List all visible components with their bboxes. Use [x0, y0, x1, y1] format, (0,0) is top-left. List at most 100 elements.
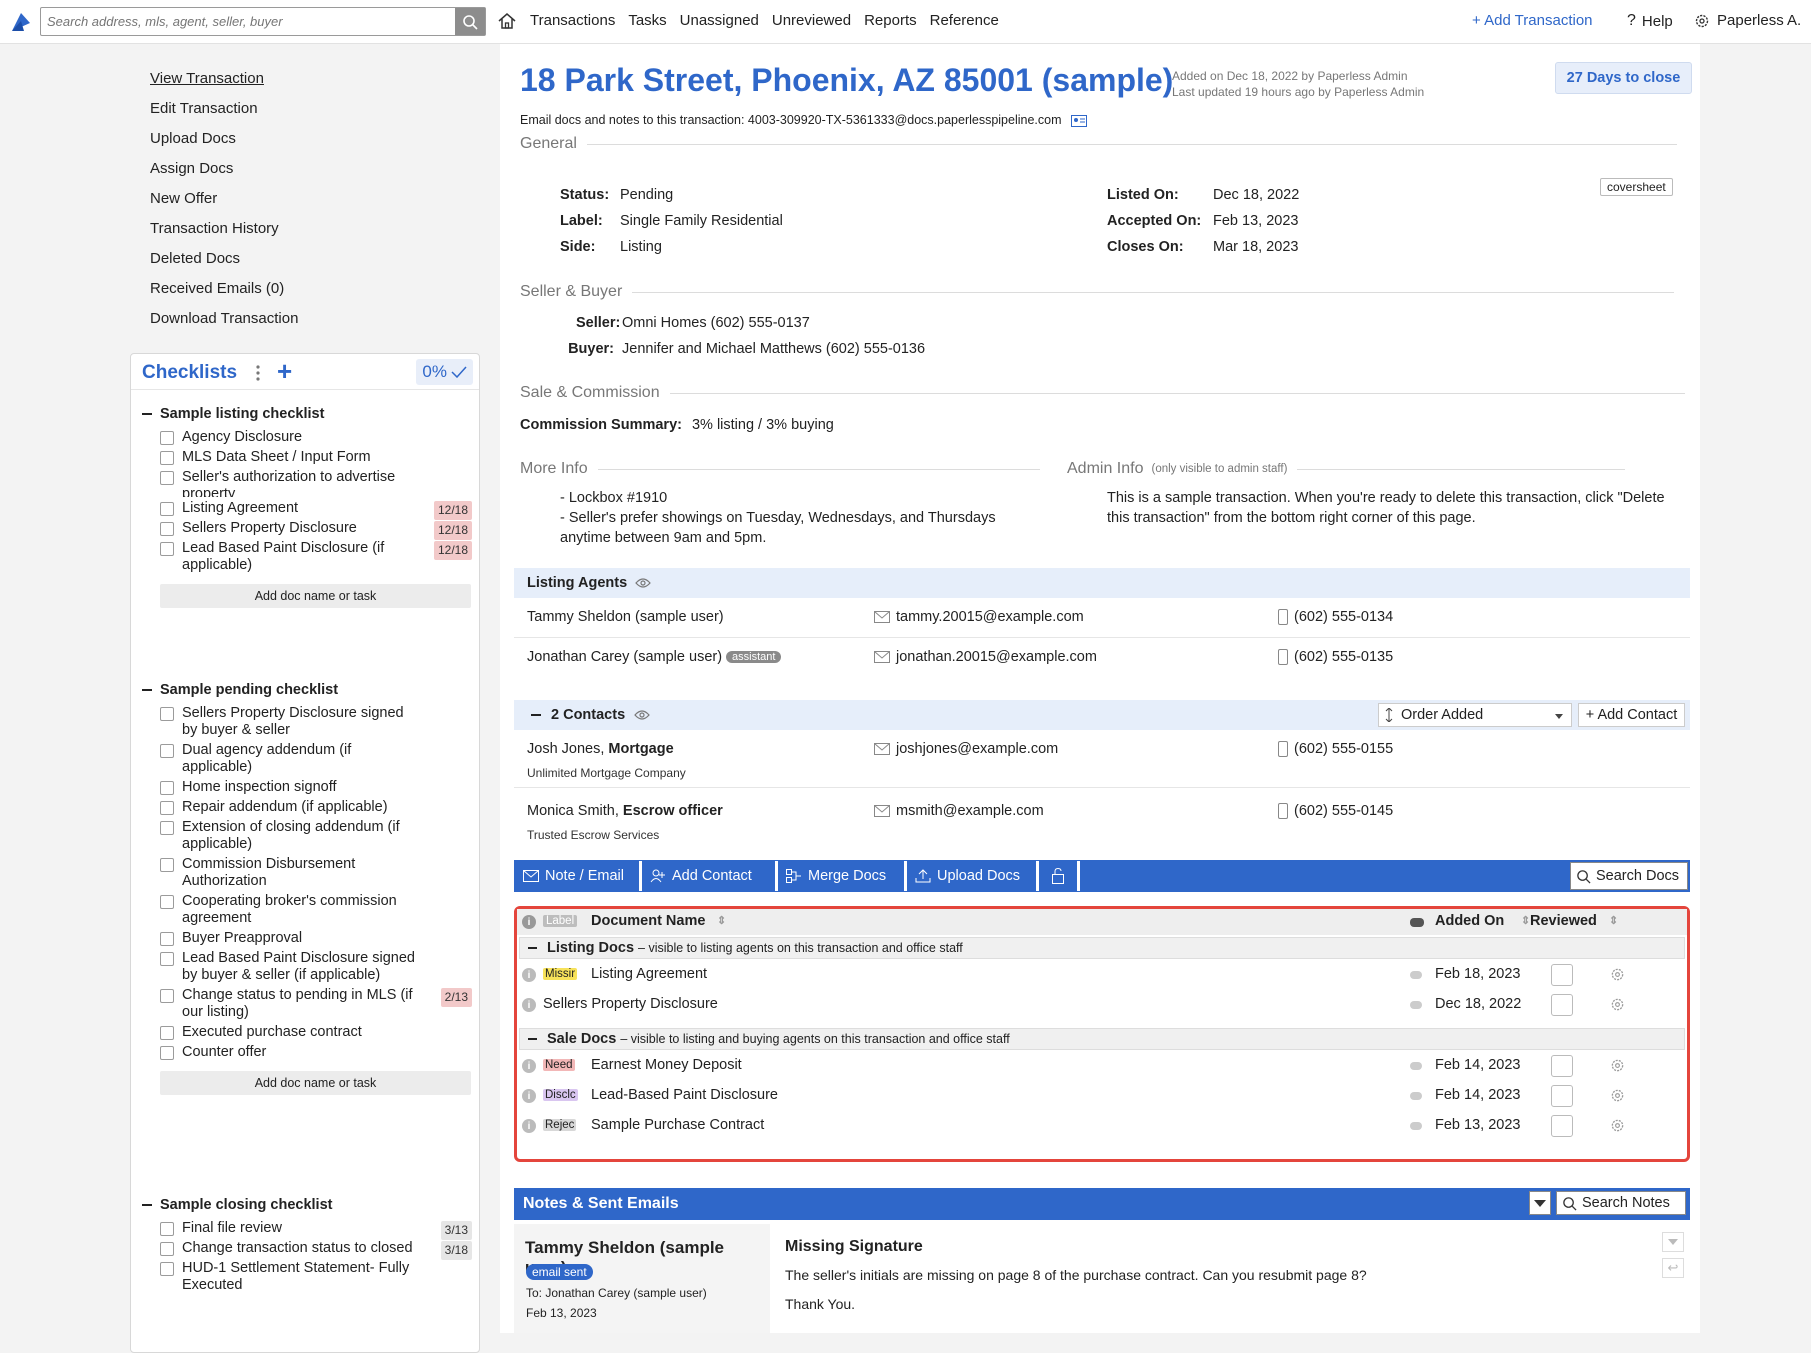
gear-icon[interactable]	[1610, 1118, 1625, 1133]
item-text[interactable]: Cooperating broker's commission agreemen…	[182, 893, 422, 927]
nav-transactions[interactable]: Transactions	[530, 12, 615, 29]
agent-email-link[interactable]: jonathan.20015@example.com	[896, 649, 1097, 665]
lock-button[interactable]	[1039, 861, 1080, 891]
item-text[interactable]: Repair addendum (if applicable)	[182, 799, 422, 816]
document-name-header[interactable]: Document Name	[591, 913, 705, 929]
checkbox[interactable]	[160, 542, 174, 556]
global-search-input[interactable]	[41, 8, 456, 35]
checkbox[interactable]	[160, 1046, 174, 1060]
item-text[interactable]: Change transaction status to closed	[182, 1240, 422, 1257]
contact-order-select[interactable]: Order Added	[1378, 703, 1572, 727]
contact-email-link[interactable]: msmith@example.com	[896, 803, 1044, 819]
checkbox[interactable]	[160, 821, 174, 835]
doc-group-listing[interactable]: Listing Docs – visible to listing agents…	[519, 937, 1685, 959]
item-text[interactable]: Dual agency addendum (if applicable)	[182, 742, 422, 776]
checkbox[interactable]	[160, 858, 174, 872]
search-notes-button[interactable]: Search Notes	[1556, 1191, 1686, 1215]
add-transaction-link[interactable]: + Add Transaction	[1472, 12, 1593, 29]
document-row[interactable]: i Missir Listing Agreement Feb 18, 2023	[517, 960, 1687, 990]
doc-group-sale[interactable]: Sale Docs – visible to listing and buyin…	[519, 1028, 1685, 1050]
checkbox[interactable]	[160, 707, 174, 721]
contact-card-icon[interactable]	[1071, 114, 1087, 127]
transaction-email-link[interactable]: 4003-309920-TX-5361333@docs.paperlesspip…	[748, 113, 1062, 127]
link-upload-docs[interactable]: Upload Docs	[150, 130, 298, 160]
link-edit-transaction[interactable]: Edit Transaction	[150, 100, 298, 130]
link-download-transaction[interactable]: Download Transaction	[150, 310, 298, 340]
search-docs-button[interactable]: Search Docs	[1570, 862, 1688, 890]
item-text[interactable]: HUD-1 Settlement Statement- Fully Execut…	[182, 1260, 422, 1294]
nav-unassigned[interactable]: Unassigned	[680, 12, 759, 29]
item-text[interactable]: Listing Agreement	[182, 500, 422, 517]
link-new-offer[interactable]: New Offer	[150, 190, 298, 220]
item-text[interactable]: Commission Disbursement Authorization	[182, 856, 422, 890]
comment-icon[interactable]	[1410, 1092, 1422, 1100]
document-name[interactable]: Earnest Money Deposit	[591, 1057, 742, 1073]
user-menu[interactable]: Paperless A.	[1694, 12, 1801, 29]
reviewed-checkbox[interactable]	[1551, 994, 1573, 1016]
note-email-button[interactable]: Note / Email	[515, 861, 642, 891]
collapse-icon[interactable]	[531, 714, 541, 716]
checkbox[interactable]	[160, 744, 174, 758]
add-checklist-button[interactable]: +	[277, 356, 292, 387]
checkbox[interactable]	[160, 471, 174, 485]
item-text[interactable]: Sellers Property Disclosure signed by bu…	[182, 705, 422, 739]
sort-icon[interactable]: ⇕	[1609, 914, 1618, 927]
item-text[interactable]: Extension of closing addendum (if applic…	[182, 819, 422, 853]
agent-email-link[interactable]: tammy.20015@example.com	[896, 609, 1084, 625]
added-on-header[interactable]: Added On	[1435, 913, 1504, 929]
checkbox[interactable]	[160, 1026, 174, 1040]
days-to-close-badge[interactable]: 27 Days to close	[1555, 62, 1692, 94]
item-text[interactable]: Seller's authorization to advertise prop…	[182, 469, 422, 497]
phone-number[interactable]: (602) 555-0134	[1294, 609, 1393, 625]
add-contact-button[interactable]: + Add Contact	[1578, 703, 1685, 727]
eye-icon[interactable]	[634, 709, 650, 721]
link-deleted-docs[interactable]: Deleted Docs	[150, 250, 298, 280]
checkbox[interactable]	[160, 989, 174, 1003]
gear-icon[interactable]	[1610, 1058, 1625, 1073]
sort-icon[interactable]: ⇕	[717, 914, 726, 927]
eye-icon[interactable]	[635, 577, 651, 589]
item-text[interactable]: Agency Disclosure	[182, 429, 422, 446]
comment-icon[interactable]	[1410, 1122, 1422, 1130]
add-doc-button[interactable]: Add doc name or task	[160, 584, 471, 608]
checkbox[interactable]	[160, 431, 174, 445]
nav-reports[interactable]: Reports	[864, 12, 917, 29]
reviewed-header[interactable]: Reviewed	[1530, 913, 1597, 929]
link-view-transaction[interactable]: View Transaction	[150, 70, 298, 100]
item-text[interactable]: Executed purchase contract	[182, 1024, 422, 1041]
document-name[interactable]: Listing Agreement	[591, 966, 707, 982]
checkbox[interactable]	[160, 1222, 174, 1236]
info-icon[interactable]: i	[522, 1059, 536, 1073]
checklist-title[interactable]: Sample closing checklist	[142, 1193, 472, 1217]
add-contact-toolbar-button[interactable]: Add Contact	[642, 861, 778, 891]
notes-filter-dropdown[interactable]	[1529, 1191, 1551, 1215]
checkbox[interactable]	[160, 451, 174, 465]
reply-button[interactable]: ↩	[1662, 1258, 1684, 1278]
item-text[interactable]: Lead Based Paint Disclosure (if applicab…	[182, 540, 422, 574]
comment-icon[interactable]	[1410, 971, 1422, 979]
reviewed-checkbox[interactable]	[1551, 964, 1573, 986]
nav-reference[interactable]: Reference	[930, 12, 999, 29]
checklist-title[interactable]: Sample listing checklist	[142, 402, 472, 426]
phone-number[interactable]: (602) 555-0145	[1294, 803, 1393, 819]
checkbox[interactable]	[160, 1242, 174, 1256]
document-name[interactable]: Lead-Based Paint Disclosure	[591, 1087, 778, 1103]
expand-note-button[interactable]	[1662, 1232, 1684, 1252]
add-doc-button[interactable]: Add doc name or task	[160, 1071, 471, 1095]
gear-icon[interactable]	[1610, 1088, 1625, 1103]
document-row[interactable]: i Disclc Lead-Based Paint Disclosure Feb…	[517, 1081, 1687, 1111]
checkbox[interactable]	[160, 502, 174, 516]
checkbox[interactable]	[160, 932, 174, 946]
help-link[interactable]: ? Help	[1627, 12, 1673, 30]
phone-number[interactable]: (602) 555-0155	[1294, 741, 1393, 757]
document-row[interactable]: i Need Earnest Money Deposit Feb 14, 202…	[517, 1051, 1687, 1081]
merge-docs-button[interactable]: Merge Docs	[778, 861, 907, 891]
info-icon[interactable]: i	[522, 968, 536, 982]
document-row[interactable]: i Rejec Sample Purchase Contract Feb 13,…	[517, 1111, 1687, 1141]
item-text[interactable]: Buyer Preapproval	[182, 930, 422, 947]
upload-docs-button[interactable]: Upload Docs	[907, 861, 1039, 891]
contact-email-link[interactable]: joshjones@example.com	[896, 741, 1058, 757]
gear-icon[interactable]	[1610, 997, 1625, 1012]
comment-icon[interactable]	[1410, 1001, 1422, 1009]
item-text[interactable]: Home inspection signoff	[182, 779, 422, 796]
